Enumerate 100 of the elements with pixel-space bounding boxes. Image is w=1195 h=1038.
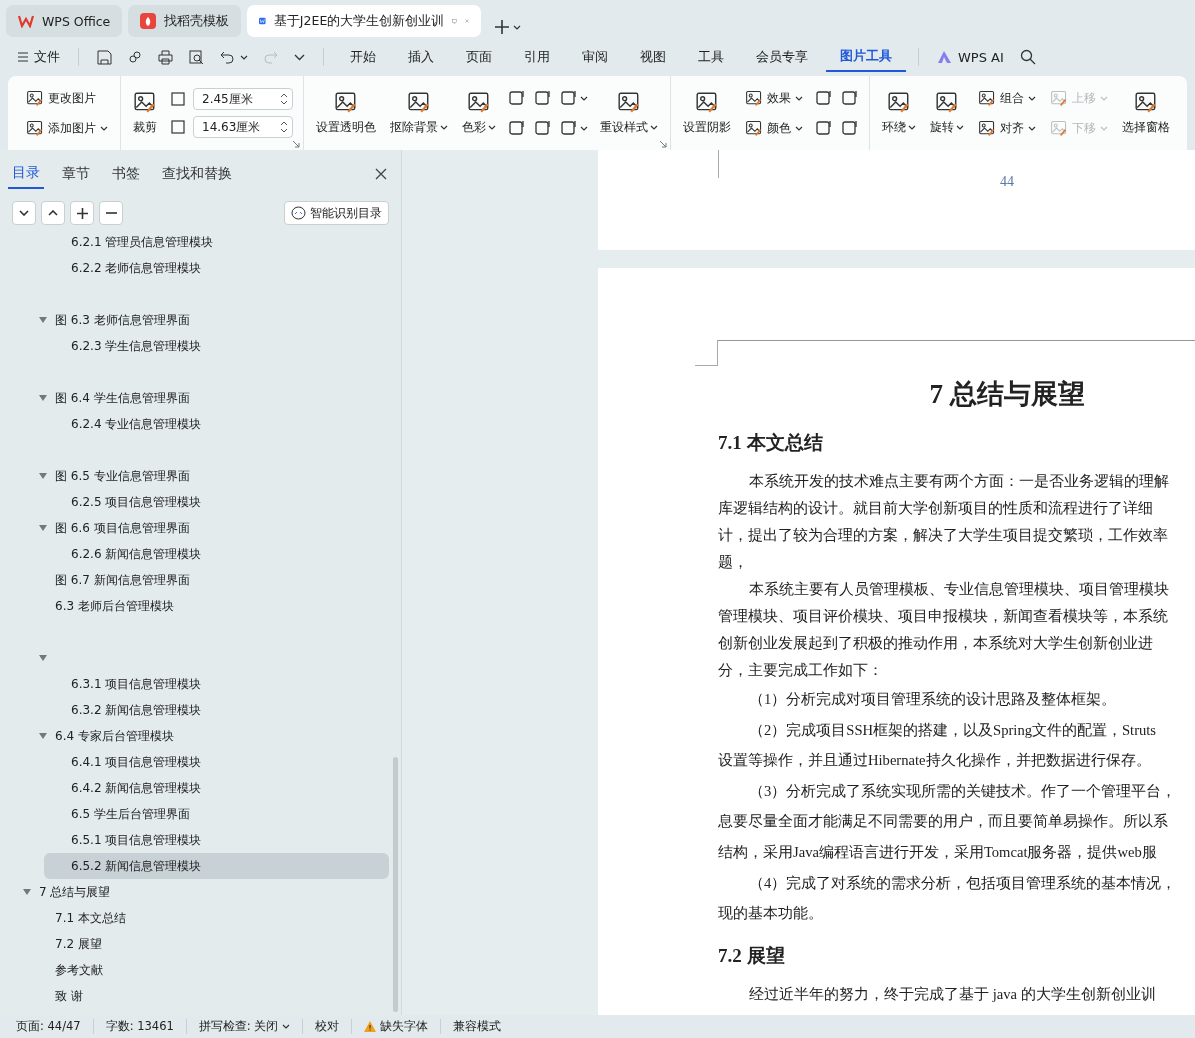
ribbon-button[interactable]: 设置透明色 (314, 88, 378, 138)
plus-icon (76, 207, 88, 219)
ribbon-button[interactable]: 效果 (743, 87, 805, 109)
toc-item[interactable]: 6.3 老师后台管理模块 (20, 593, 389, 619)
height-icon (169, 90, 187, 108)
ribbon-tab[interactable]: 审阅 (568, 43, 622, 71)
smart-toc-button[interactable]: 智能识别目录 (284, 201, 389, 225)
toc-item[interactable]: 6.2.2 老师信息管理模块 (20, 255, 389, 281)
toc-item[interactable]: 图 6.6 项目信息管理界面 (20, 515, 389, 541)
add-button[interactable] (70, 201, 94, 225)
status-item[interactable]: 拼写检查: 关闭 (186, 1019, 304, 1034)
dialog-launcher-icon[interactable] (293, 141, 300, 148)
toc-item[interactable]: 6.3.1 项目信息管理模块 (20, 671, 389, 697)
picture-icon (1050, 89, 1068, 107)
body-text-line: （3）分析完成了系统实现所需的关键技术。作了一个管理平台， (748, 781, 1177, 801)
toc-item[interactable]: 参考文献 (20, 957, 389, 983)
expand-arrow-icon[interactable] (39, 472, 47, 480)
ribbon-tab[interactable]: 工具 (684, 43, 738, 71)
ribbon-tab[interactable]: 引用 (510, 43, 564, 71)
panel-tab[interactable]: 书签 (108, 163, 144, 188)
toc-item[interactable]: 图 6.3 老师信息管理界面 (20, 307, 389, 333)
dialog-launcher-icon[interactable] (660, 141, 667, 148)
toc-item[interactable]: 6.5 学生后台管理界面 (20, 801, 389, 827)
ribbon-button[interactable]: 环绕 (880, 88, 918, 138)
status-item[interactable]: 校对 (303, 1019, 353, 1034)
toc-item[interactable]: 6.5.1 项目信息管理模块 (20, 827, 389, 853)
toc-item[interactable]: 图 6.7 新闻信息管理界面 (20, 567, 389, 593)
undo-icon (220, 50, 234, 64)
panel-tab[interactable]: 目录 (8, 162, 44, 189)
ribbon-button[interactable]: 裁剪 (131, 88, 159, 138)
toc-item[interactable]: 6.2.4 专业信息管理模块 (20, 411, 389, 437)
ai-button[interactable]: WPS AI (931, 45, 1010, 69)
ribbon-button[interactable]: 添加图片 (24, 117, 110, 139)
body-text-line: 设置等操作，并且通过Hibernate持久化操作，并把数据进行保存。 (718, 751, 1151, 771)
ribbon-button[interactable]: 更改图片 (24, 87, 110, 109)
section-heading: 7.1 本文总结 (718, 431, 824, 455)
square-icon (560, 89, 578, 107)
ribbon-button[interactable]: 选择窗格 (1120, 88, 1172, 138)
toc-item[interactable]: 6.4 专家后台管理模块 (20, 723, 389, 749)
toc-item[interactable]: 6.4.1 项目信息管理模块 (20, 749, 389, 775)
caret-icon (440, 125, 448, 130)
ribbon-button[interactable]: 颜色 (743, 117, 805, 139)
ribbon-tab[interactable]: 图片工具 (826, 42, 906, 72)
remove-button[interactable] (99, 201, 123, 225)
expand-arrow-icon[interactable] (39, 394, 47, 402)
picture-icon (467, 90, 491, 114)
expand-button[interactable] (12, 201, 36, 225)
caret-icon (795, 95, 803, 101)
status-item[interactable]: 缺失字体 (352, 1019, 442, 1034)
toc-item[interactable]: 6.5.2 新闻信息管理模块 (44, 853, 389, 879)
document-tab[interactable]: 找稻壳模板 (128, 5, 242, 37)
toc-item[interactable]: 6.2.5 项目信息管理模块 (20, 489, 389, 515)
toc-item[interactable]: 7.1 本文总结 (20, 905, 389, 931)
picture-icon (26, 119, 44, 137)
ribbon-button[interactable]: 重设样式 (598, 88, 660, 138)
ribbon-tab[interactable]: 插入 (394, 43, 448, 71)
expand-arrow-icon[interactable] (39, 732, 47, 740)
body-text-line: （1）分析完成对项目管理系统的设计思路及整体框架。 (748, 690, 1117, 709)
panel-tab[interactable]: 章节 (58, 163, 94, 188)
expand-arrow-icon[interactable] (39, 654, 47, 662)
expand-arrow-icon[interactable] (23, 888, 31, 896)
ribbon-button[interactable]: 对齐 (976, 117, 1038, 139)
expand-arrow-icon[interactable] (39, 316, 47, 324)
status-item[interactable]: 兼容模式 (441, 1019, 514, 1034)
ribbon-button[interactable]: 旋转 (928, 88, 966, 138)
toc-item[interactable]: 6.2.6 新闻信息管理模块 (20, 541, 389, 567)
file-menu[interactable]: 文件 (12, 44, 66, 70)
size-field[interactable]: 14.63厘米 (193, 116, 293, 138)
toc-item[interactable]: 图 6.5 专业信息管理界面 (20, 463, 389, 489)
panel-tab[interactable]: 查找和替换 (158, 163, 236, 188)
document-tab[interactable]: WPS Office (6, 5, 123, 37)
toc-item[interactable]: 图 6.4 学生信息管理界面 (20, 385, 389, 411)
document-tab[interactable]: 基于J2EE的大学生创新创业训 (247, 5, 482, 37)
ribbon-button[interactable]: 设置阴影 (681, 88, 733, 138)
ribbon-tab[interactable]: 开始 (336, 43, 390, 71)
section-heading: 7.2 展望 (718, 943, 786, 968)
status-item[interactable]: 字数: 13461 (93, 1019, 187, 1034)
ribbon-button[interactable]: 色彩 (460, 88, 498, 138)
square-icon (841, 119, 859, 137)
spinner-icon (280, 92, 288, 106)
ribbon-tab[interactable]: 页面 (452, 43, 506, 71)
toc-item[interactable]: 6.2.3 学生信息管理模块 (20, 333, 389, 359)
square-icon (841, 89, 859, 107)
toc-item[interactable]: 致 谢 (20, 983, 389, 1009)
ribbon-tab[interactable]: 会员专享 (742, 43, 822, 71)
caret-icon (1028, 125, 1036, 131)
status-item[interactable]: 页面: 44/47 (16, 1019, 94, 1034)
toc-item[interactable]: 6.4.2 新闻信息管理模块 (20, 775, 389, 801)
toc-item[interactable]: 6.3.2 新闻信息管理模块 (20, 697, 389, 723)
toc-item[interactable]: 7 总结与展望 (20, 879, 389, 905)
toc-item[interactable]: 6.2.1 管理员信息管理模块 (20, 229, 389, 255)
collapse-button[interactable] (41, 201, 65, 225)
ribbon-button[interactable]: 组合 (976, 87, 1038, 109)
toc-item[interactable]: 7.2 展望 (20, 931, 389, 957)
ribbon-button[interactable]: 抠除背景 (388, 88, 450, 138)
scrollbar[interactable] (393, 757, 398, 1012)
ribbon-tab[interactable]: 视图 (626, 43, 680, 71)
smart-icon (291, 206, 306, 220)
size-field[interactable]: 2.45厘米 (193, 88, 293, 110)
expand-arrow-icon[interactable] (39, 524, 47, 532)
